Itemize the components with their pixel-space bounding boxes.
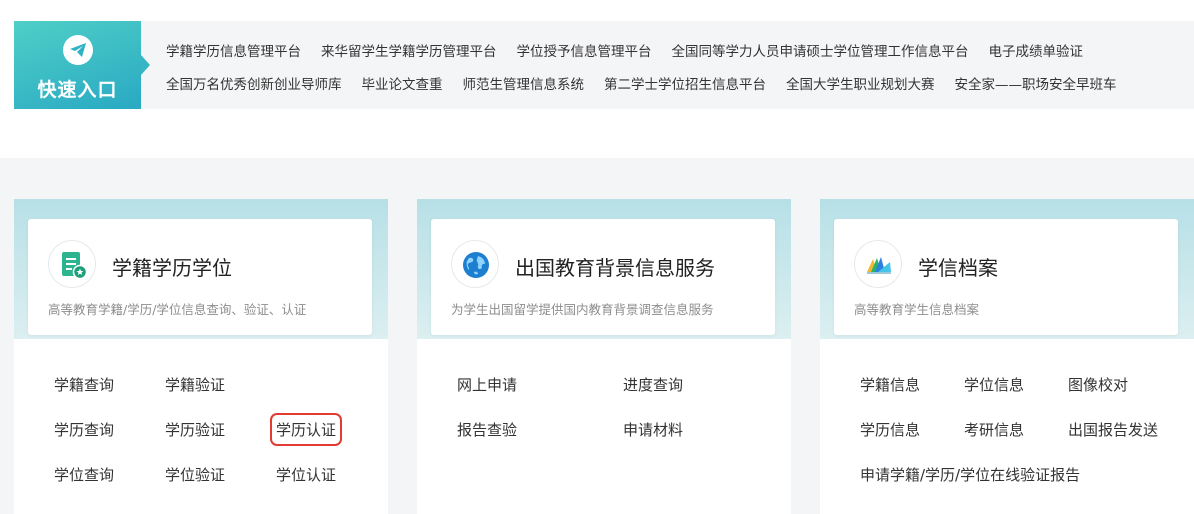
globe-icon [451,240,499,288]
quick-entry-title: 快速入口 [37,79,118,101]
quick-link-equivalent-degree-platform[interactable]: 全国同等学力人员申请硕士学位管理工作信息平台 [672,40,969,60]
card-title: 出国教育背景信息服务 [515,256,715,280]
link-xueji-query[interactable]: 学籍查询 [54,374,114,395]
card-subtitle: 为学生出国留学提供国内教育背景调查信息服务 [451,302,714,317]
link-xueli-verify[interactable]: 学历验证 [165,419,225,440]
link-xuewei-query[interactable]: 学位查询 [54,464,114,485]
quick-link-mentor-db[interactable]: 全国万名优秀创新创业导师库 [166,73,342,93]
document-star-icon [48,240,96,288]
link-xueji-info[interactable]: 学籍信息 [860,374,920,395]
link-apply-materials[interactable]: 申请材料 [623,419,683,440]
quick-link-career-contest[interactable]: 全国大学生职业规划大赛 [786,73,935,93]
card-xueji-xueli-xuewei: 学籍学历学位 高等教育学籍/学历/学位信息查询、验证、认证 学籍查询 学籍验证 … [14,199,388,514]
card-title: 学信档案 [918,256,998,280]
card-xuexin-archive: 学信档案 高等教育学生信息档案 学籍信息 学位信息 图像校对 学历信息 考研信息… [820,199,1194,514]
quick-links-row-2: 全国万名优秀创新创业导师库 毕业论文查重 师范生管理信息系统 第二学士学位招生信… [156,66,1186,99]
link-xuewei-info[interactable]: 学位信息 [964,374,1024,395]
link-apply-online-verify-report[interactable]: 申请学籍/学历/学位在线验证报告 [860,464,1080,485]
quick-link-foreign-student-platform[interactable]: 来华留学生学籍学历管理平台 [321,40,497,60]
quick-link-transcript-verify[interactable]: 电子成绩单验证 [989,40,1084,60]
quick-link-thesis-check[interactable]: 毕业论文查重 [362,73,443,93]
card-header: 学信档案 高等教育学生信息档案 [834,219,1178,335]
card-subtitle: 高等教育学籍/学历/学位信息查询、验证、认证 [48,302,307,317]
link-kaoyan-info[interactable]: 考研信息 [964,419,1024,440]
link-xueli-info[interactable]: 学历信息 [860,419,920,440]
link-image-proofread[interactable]: 图像校对 [1068,374,1128,395]
link-xuewei-verify[interactable]: 学位验证 [165,464,225,485]
quick-link-xueji-platform[interactable]: 学籍学历信息管理平台 [166,40,301,60]
quick-links-row-1: 学籍学历信息管理平台 来华留学生学籍学历管理平台 学位授予信息管理平台 全国同等… [156,33,1186,66]
link-send-overseas-report[interactable]: 出国报告发送 [1068,419,1158,440]
quick-link-second-degree-platform[interactable]: 第二学士学位招生信息平台 [604,73,766,93]
quick-links: 学籍学历信息管理平台 来华留学生学籍学历管理平台 学位授予信息管理平台 全国同等… [156,33,1186,99]
quick-link-normal-student-system[interactable]: 师范生管理信息系统 [463,73,585,93]
card-title: 学籍学历学位 [112,256,232,280]
link-xueji-verify[interactable]: 学籍验证 [165,374,225,395]
quick-entry-badge: 快速入口 [14,21,150,109]
link-online-apply[interactable]: 网上申请 [457,374,517,395]
quick-link-degree-platform[interactable]: 学位授予信息管理平台 [517,40,652,60]
card-subtitle: 高等教育学生信息档案 [854,302,980,317]
link-xueli-certify[interactable]: 学历认证 [269,413,343,446]
link-progress-query[interactable]: 进度查询 [623,374,683,395]
quick-entry-bar: 快速入口 学籍学历信息管理平台 来华留学生学籍学历管理平台 学位授予信息管理平台… [14,21,1194,109]
link-xuewei-certify[interactable]: 学位认证 [276,464,336,485]
paper-plane-icon [63,35,93,65]
card-header: 出国教育背景信息服务 为学生出国留学提供国内教育背景调查信息服务 [431,219,775,335]
quick-link-safety-home[interactable]: 安全家——职场安全早班车 [955,73,1117,93]
link-xueli-query[interactable]: 学历查询 [54,419,114,440]
card-header: 学籍学历学位 高等教育学籍/学历/学位信息查询、验证、认证 [28,219,372,335]
folder-stack-icon [854,240,902,288]
link-report-check[interactable]: 报告查验 [457,419,517,440]
card-overseas-background: 出国教育背景信息服务 为学生出国留学提供国内教育背景调查信息服务 网上申请 进度… [417,199,791,514]
